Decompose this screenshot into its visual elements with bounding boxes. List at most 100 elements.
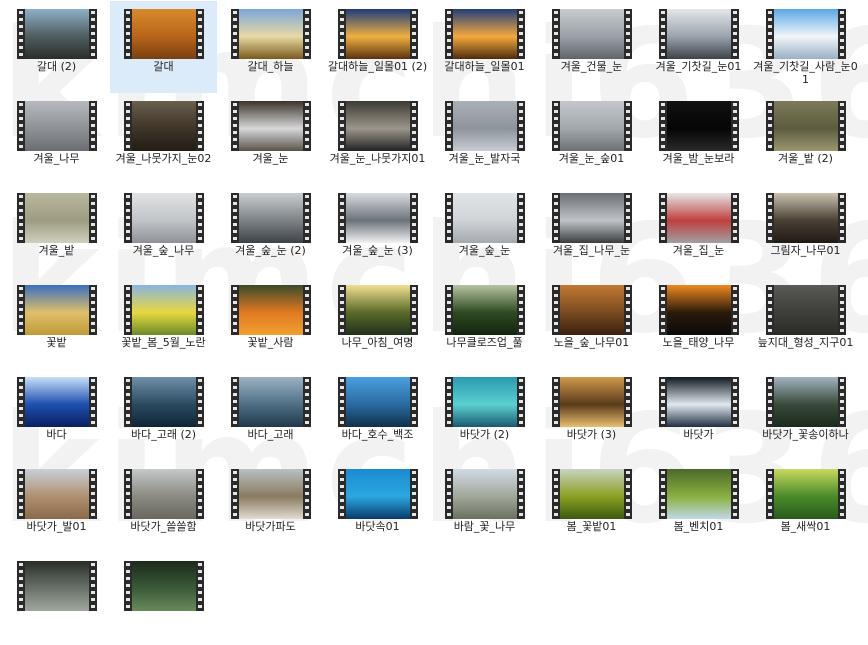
- video-preview-image: [132, 193, 196, 243]
- video-file-item[interactable]: 그림자_나무01: [752, 185, 859, 277]
- video-file-item[interactable]: 봄_꽃밭01: [538, 461, 645, 553]
- video-thumbnail: [766, 193, 846, 243]
- video-file-item[interactable]: 겨울_기찻길_눈01: [645, 1, 752, 93]
- film-strip-icon: [231, 9, 239, 59]
- video-file-item[interactable]: 겨울_숲_나무: [110, 185, 217, 277]
- video-file-item[interactable]: 겨울_밤_눈보라: [645, 93, 752, 185]
- video-preview-image: [560, 9, 624, 59]
- file-name-label: 나무_아침_여명: [341, 336, 414, 349]
- video-file-item[interactable]: 꽃밭_사람: [217, 277, 324, 369]
- video-file-item[interactable]: 겨울_눈_나뭇가지01: [324, 93, 431, 185]
- video-file-item[interactable]: 바닷가 (3): [538, 369, 645, 461]
- video-file-item[interactable]: 바닷가_꽃송이하나: [752, 369, 859, 461]
- video-file-item[interactable]: 바닷가파도: [217, 461, 324, 553]
- film-strip-icon: [659, 9, 667, 59]
- video-thumbnail: [659, 285, 739, 335]
- video-file-item[interactable]: 바닷가_발01: [3, 461, 110, 553]
- file-name-label: 갈대: [153, 60, 174, 73]
- film-strip-icon: [659, 377, 667, 427]
- video-file-item[interactable]: 겨울_눈_발자국: [431, 93, 538, 185]
- file-name-label: 겨울_밭 (2): [778, 152, 833, 165]
- video-file-item[interactable]: 노을_숲_나무01: [538, 277, 645, 369]
- video-thumbnail: [124, 561, 204, 611]
- video-file-item[interactable]: 겨울_눈_숲01: [538, 93, 645, 185]
- video-file-item[interactable]: 겨울_나무: [3, 93, 110, 185]
- video-file-item[interactable]: 갈대: [110, 1, 217, 93]
- video-preview-image: [453, 377, 517, 427]
- video-file-item[interactable]: 바닷가: [645, 369, 752, 461]
- video-thumbnail: [659, 9, 739, 59]
- film-strip-icon: [445, 193, 453, 243]
- video-file-item[interactable]: 늪지대_형성_지구01: [752, 277, 859, 369]
- file-name-label: 겨울_밤_눈보라: [662, 152, 735, 165]
- video-preview-image: [453, 469, 517, 519]
- video-file-item[interactable]: 겨울_집_눈: [645, 185, 752, 277]
- video-file-item[interactable]: 겨울_건물_눈: [538, 1, 645, 93]
- video-preview-image: [132, 285, 196, 335]
- video-file-item[interactable]: 바닷가_쓸쓸함: [110, 461, 217, 553]
- video-thumbnail: [766, 377, 846, 427]
- video-file-item[interactable]: 갈대 (2): [3, 1, 110, 93]
- video-file-item[interactable]: 바다_고래: [217, 369, 324, 461]
- video-file-item[interactable]: 겨울_숲_눈 (2): [217, 185, 324, 277]
- video-preview-image: [774, 193, 838, 243]
- film-strip-icon: [89, 193, 97, 243]
- file-name-label: 바다_호수_백조: [341, 428, 414, 441]
- video-file-item[interactable]: 겨울_기찻길_사람_눈01: [752, 1, 859, 93]
- film-strip-icon: [838, 101, 846, 151]
- video-file-item[interactable]: 겨울_집_나무_눈: [538, 185, 645, 277]
- video-file-item[interactable]: 겨울_숲_눈 (3): [324, 185, 431, 277]
- video-thumbnail: [445, 9, 525, 59]
- video-preview-image: [132, 9, 196, 59]
- file-name-label: 겨울_나무: [33, 152, 80, 165]
- video-file-item[interactable]: 갈대하늘_일몰01: [431, 1, 538, 93]
- video-file-item[interactable]: 겨울_숲_눈: [431, 185, 538, 277]
- film-strip-icon: [231, 285, 239, 335]
- video-file-item[interactable]: 겨울_밭: [3, 185, 110, 277]
- video-file-item[interactable]: 봄_새싹01: [752, 461, 859, 553]
- video-file-item[interactable]: [110, 553, 217, 645]
- video-preview-image: [774, 101, 838, 151]
- file-name-label: 겨울_집_눈: [672, 244, 725, 257]
- film-strip-icon: [766, 9, 774, 59]
- video-preview-image: [560, 377, 624, 427]
- video-file-item[interactable]: 바다_호수_백조: [324, 369, 431, 461]
- file-name-label: 봄_새싹01: [780, 520, 831, 533]
- video-thumbnail: [766, 285, 846, 335]
- film-strip-icon: [196, 469, 204, 519]
- film-strip-icon: [731, 285, 739, 335]
- video-file-item[interactable]: 갈대_하늘: [217, 1, 324, 93]
- film-strip-icon: [552, 101, 560, 151]
- video-file-item[interactable]: 바람_꽃_나무: [431, 461, 538, 553]
- video-file-item[interactable]: 바닷속01: [324, 461, 431, 553]
- video-file-item[interactable]: 나무클로즈업_풀: [431, 277, 538, 369]
- video-file-item[interactable]: 바다: [3, 369, 110, 461]
- video-file-item[interactable]: 겨울_눈: [217, 93, 324, 185]
- video-thumbnail: [766, 469, 846, 519]
- file-name-label: 꽃밭_사람: [247, 336, 294, 349]
- file-name-label: 겨울_기찻길_사람_눈01: [753, 60, 858, 86]
- film-strip-icon: [517, 377, 525, 427]
- video-file-item[interactable]: 노을_태양_나무: [645, 277, 752, 369]
- video-thumbnail: [124, 469, 204, 519]
- video-file-item[interactable]: 겨울_나뭇가지_눈02: [110, 93, 217, 185]
- video-file-item[interactable]: 갈대하늘_일몰01 (2): [324, 1, 431, 93]
- video-file-item[interactable]: 바닷가 (2): [431, 369, 538, 461]
- file-name-label: 바닷가파도: [245, 520, 296, 533]
- video-file-item[interactable]: 바다_고래 (2): [110, 369, 217, 461]
- film-strip-icon: [517, 9, 525, 59]
- film-strip-icon: [303, 193, 311, 243]
- video-thumbnail: [338, 9, 418, 59]
- video-preview-image: [774, 469, 838, 519]
- video-preview-image: [346, 101, 410, 151]
- video-file-item[interactable]: 봄_벤치01: [645, 461, 752, 553]
- video-file-item[interactable]: 꽃밭: [3, 277, 110, 369]
- file-name-label: 겨울_밭: [38, 244, 75, 257]
- video-preview-image: [132, 101, 196, 151]
- video-file-item[interactable]: 겨울_밭 (2): [752, 93, 859, 185]
- video-file-item[interactable]: 나무_아침_여명: [324, 277, 431, 369]
- film-strip-icon: [731, 9, 739, 59]
- film-strip-icon: [338, 193, 346, 243]
- video-file-item[interactable]: [3, 553, 110, 645]
- video-file-item[interactable]: 꽃밭_봄_5월_노란: [110, 277, 217, 369]
